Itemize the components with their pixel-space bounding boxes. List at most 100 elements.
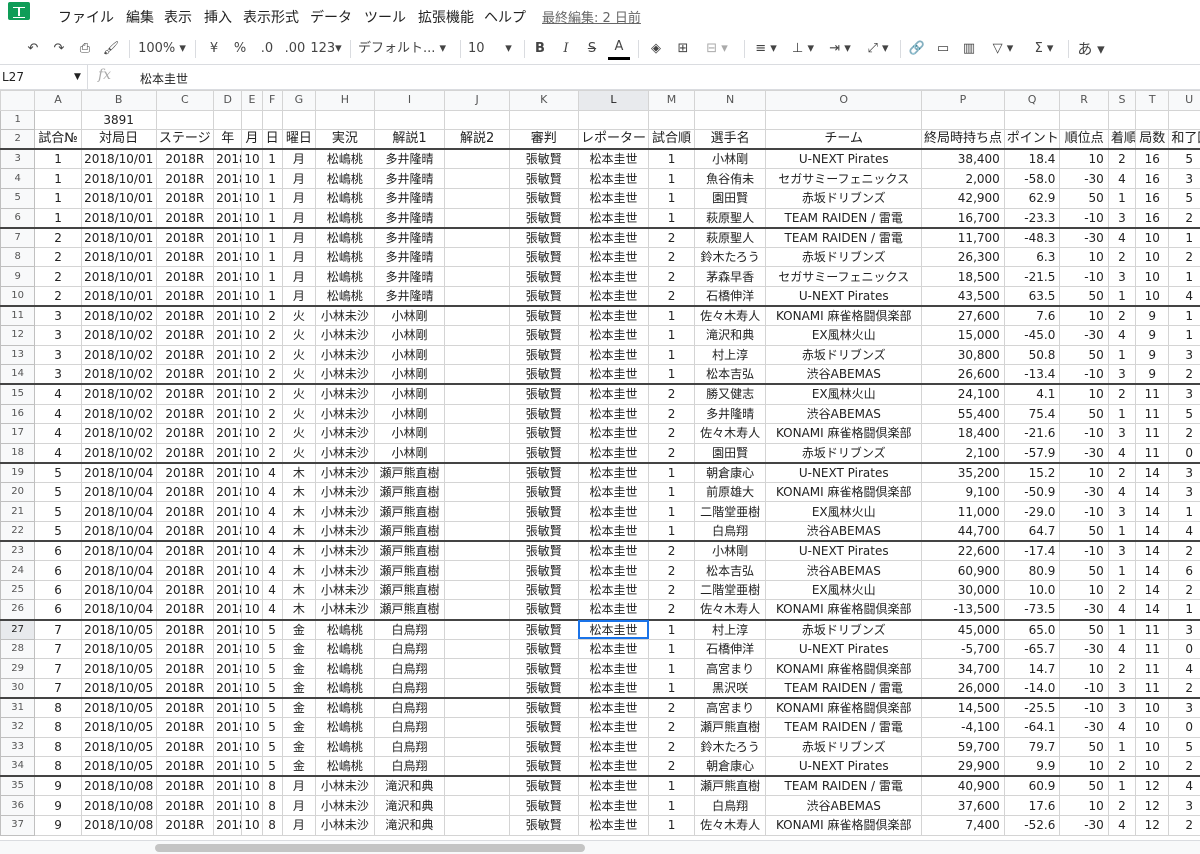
- cell[interactable]: 4: [1107, 168, 1137, 189]
- cell[interactable]: KONAMI 麻雀格闘倶楽部: [765, 599, 922, 621]
- row-header[interactable]: 15: [0, 383, 36, 405]
- cell[interactable]: 松本圭世: [577, 775, 650, 797]
- column-title-cell[interactable]: 終局時持ち点: [920, 129, 1005, 150]
- cell[interactable]: 火: [281, 383, 317, 405]
- cell[interactable]: 松本圭世: [577, 226, 650, 248]
- cell[interactable]: 2: [648, 736, 695, 758]
- cell[interactable]: 2018/10/02: [80, 305, 157, 327]
- cell[interactable]: 金: [281, 756, 317, 777]
- cell[interactable]: 魚谷侑未: [693, 168, 767, 189]
- row-header[interactable]: 37: [0, 814, 36, 836]
- row-header[interactable]: 21: [0, 501, 36, 523]
- cell[interactable]: [444, 696, 510, 718]
- cell[interactable]: [444, 756, 510, 777]
- cell[interactable]: 2: [648, 403, 695, 425]
- cell[interactable]: 11: [1135, 403, 1170, 425]
- cell[interactable]: 月: [281, 148, 317, 170]
- cell[interactable]: -13.4: [1003, 364, 1061, 385]
- cell[interactable]: 2018R: [155, 814, 215, 836]
- cell[interactable]: 3: [1107, 696, 1137, 718]
- cell[interactable]: 松本圭世: [577, 756, 650, 777]
- cell[interactable]: 2018R: [155, 599, 215, 621]
- cell[interactable]: 張敏賢: [508, 305, 579, 327]
- cell[interactable]: 4: [1107, 226, 1137, 248]
- cell[interactable]: 松本圭世: [577, 658, 650, 679]
- cell[interactable]: 2018/10/04: [80, 540, 157, 562]
- cell[interactable]: 瀬戸熊直樹: [373, 599, 446, 621]
- cell[interactable]: 村上淳: [693, 618, 767, 640]
- row-header[interactable]: 14: [0, 364, 36, 385]
- cell[interactable]: [444, 168, 510, 189]
- cell[interactable]: 小林剛: [373, 325, 446, 346]
- cell[interactable]: 2018/10/08: [80, 795, 157, 816]
- cell[interactable]: 50: [1059, 285, 1109, 307]
- column-header-m[interactable]: M: [648, 90, 695, 111]
- cell[interactable]: 2018/10/08: [80, 814, 157, 836]
- cell[interactable]: 火: [281, 305, 317, 327]
- cell[interactable]: U-NEXT Pirates: [765, 540, 922, 562]
- cell[interactable]: [444, 677, 510, 699]
- cell[interactable]: 4: [34, 403, 82, 425]
- cell[interactable]: 多井隆晴: [373, 168, 446, 189]
- cell[interactable]: 30,800: [920, 344, 1005, 366]
- sheets-logo-icon[interactable]: [8, 2, 30, 20]
- cell[interactable]: 1: [261, 168, 283, 189]
- cell[interactable]: 瀬戸熊直樹: [373, 461, 446, 483]
- cell[interactable]: 小林未沙: [315, 540, 375, 562]
- cell[interactable]: TEAM RAIDEN / 雷電: [765, 717, 922, 738]
- cell[interactable]: 43,500: [920, 285, 1005, 307]
- cell[interactable]: 3: [1107, 540, 1137, 562]
- text-color-icon[interactable]: A: [608, 38, 630, 60]
- cell[interactable]: 松嶋桃: [315, 168, 375, 189]
- cell[interactable]: -10: [1059, 696, 1109, 718]
- cell[interactable]: -21.5: [1003, 266, 1061, 287]
- cell[interactable]: 2018: [213, 756, 243, 777]
- cell[interactable]: 赤坂ドリブンズ: [765, 344, 922, 366]
- cell[interactable]: 59,700: [920, 736, 1005, 758]
- row-header[interactable]: 17: [0, 423, 36, 444]
- cell[interactable]: -10: [1059, 207, 1109, 229]
- cell[interactable]: 小林未沙: [315, 325, 375, 346]
- cell[interactable]: [444, 775, 510, 797]
- cell[interactable]: [444, 717, 510, 738]
- cell[interactable]: [444, 207, 510, 229]
- cell[interactable]: 16: [1135, 168, 1170, 189]
- cell[interactable]: [444, 795, 510, 816]
- cell[interactable]: 8: [261, 775, 283, 797]
- cell[interactable]: 金: [281, 618, 317, 640]
- cell[interactable]: 2: [648, 696, 695, 718]
- cell[interactable]: [444, 658, 510, 679]
- row-header[interactable]: 2: [0, 129, 36, 150]
- cell[interactable]: 松本圭世: [577, 599, 650, 621]
- cell[interactable]: 2: [1168, 814, 1200, 836]
- cell[interactable]: 1: [648, 461, 695, 483]
- cell[interactable]: 2018R: [155, 696, 215, 718]
- cell[interactable]: [444, 736, 510, 758]
- cell[interactable]: 8: [261, 814, 283, 836]
- cell[interactable]: 29,900: [920, 756, 1005, 777]
- cell[interactable]: 張敏賢: [508, 736, 579, 758]
- cell[interactable]: 10: [241, 364, 263, 385]
- cell[interactable]: 2018/10/04: [80, 579, 157, 601]
- cell[interactable]: 2: [1168, 207, 1200, 229]
- cell[interactable]: 朝倉康心: [693, 756, 767, 777]
- cell[interactable]: [155, 109, 215, 131]
- cell[interactable]: 5: [34, 501, 82, 523]
- cell[interactable]: 張敏賢: [508, 560, 579, 581]
- column-title-cell[interactable]: 対局日: [80, 129, 157, 150]
- cell[interactable]: [444, 423, 510, 444]
- cell[interactable]: 10: [1059, 795, 1109, 816]
- cell[interactable]: 白鳥翔: [373, 696, 446, 718]
- cell[interactable]: -58.0: [1003, 168, 1061, 189]
- cell[interactable]: 14: [1135, 540, 1170, 562]
- cell[interactable]: 10: [241, 168, 263, 189]
- cell[interactable]: 張敏賢: [508, 579, 579, 601]
- cell[interactable]: 4: [1168, 285, 1200, 307]
- cell[interactable]: 多井隆晴: [373, 246, 446, 268]
- cell[interactable]: [444, 579, 510, 601]
- cell[interactable]: 松本圭世: [577, 168, 650, 189]
- cell[interactable]: 張敏賢: [508, 461, 579, 483]
- cell[interactable]: 小林未沙: [315, 305, 375, 327]
- cell[interactable]: [920, 109, 1005, 131]
- cell[interactable]: 2018R: [155, 521, 215, 542]
